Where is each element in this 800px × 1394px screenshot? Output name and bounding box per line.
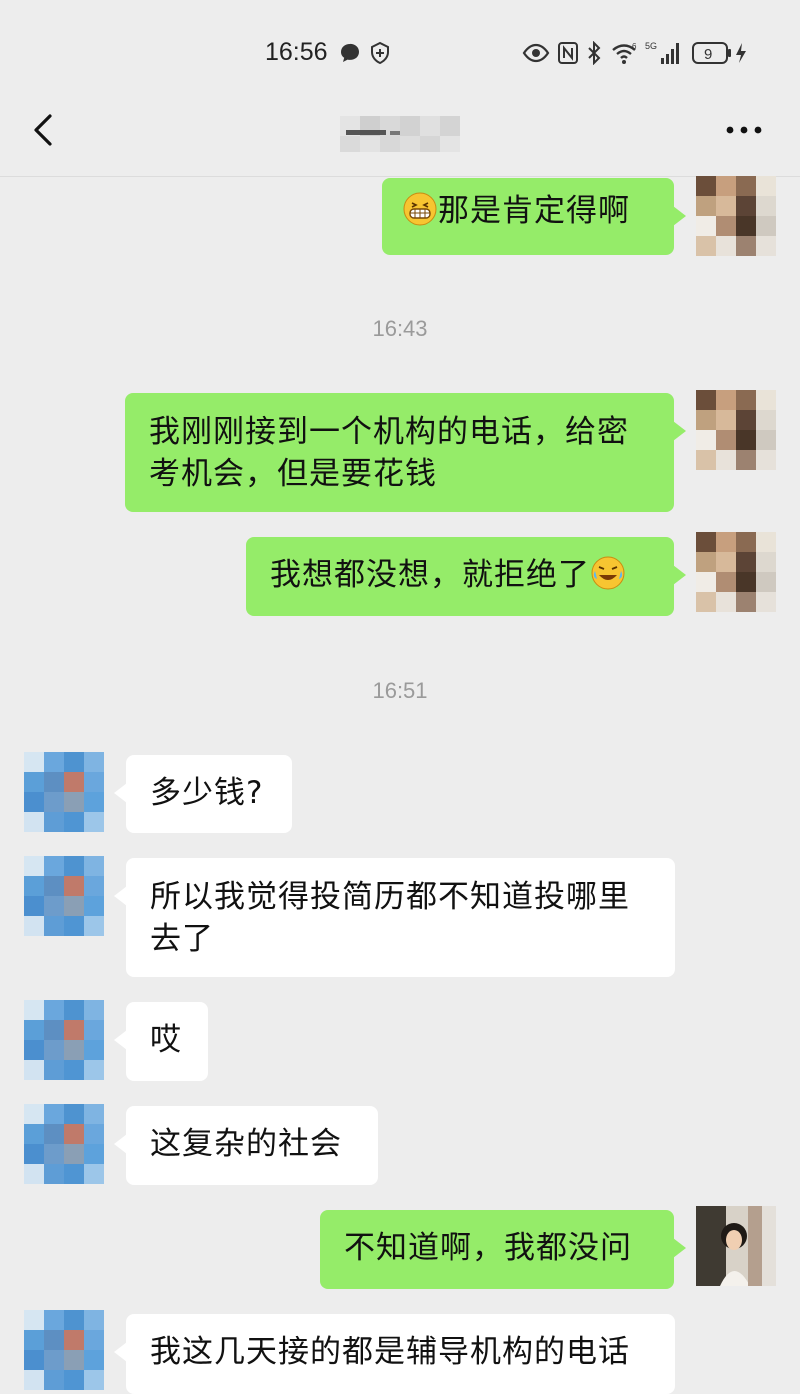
status-time: 16:56 xyxy=(265,38,328,66)
svg-text:5G: 5G xyxy=(645,41,657,51)
message-text: 哎 xyxy=(150,1022,182,1058)
chevron-left-icon xyxy=(34,114,52,146)
contact-avatar[interactable] xyxy=(24,1310,104,1390)
message-bubble-theirs[interactable]: 我这几天接的都是辅导机构的电话 xyxy=(114,1314,675,1394)
nfc-icon xyxy=(557,40,579,66)
message-bubble-theirs[interactable]: 哎 xyxy=(114,1002,208,1081)
status-bar: 16:56 6 5G 9 xyxy=(0,0,800,100)
message-text: 我想都没想，就拒绝了 xyxy=(270,557,590,593)
message-bubble-theirs[interactable]: 多少钱? xyxy=(114,755,292,833)
contact-avatar[interactable] xyxy=(24,856,104,936)
contact-name-blurred xyxy=(290,110,560,154)
back-button[interactable] xyxy=(28,110,62,150)
message-text: 多少钱? xyxy=(150,775,264,811)
my-avatar[interactable] xyxy=(696,532,776,612)
contact-avatar[interactable] xyxy=(24,1000,104,1080)
svg-text:6: 6 xyxy=(632,42,637,51)
message-text: 这复杂的社会 xyxy=(150,1126,342,1162)
chat-bubble-icon xyxy=(338,40,362,66)
contact-avatar[interactable] xyxy=(24,752,104,832)
battery-icon: 9 xyxy=(692,40,732,66)
chat-header xyxy=(0,92,800,177)
my-avatar[interactable] xyxy=(696,1206,776,1286)
message-bubble-mine[interactable]: 我刚刚接到一个机构的电话，给密 考机会，但是要花钱 xyxy=(125,393,686,512)
my-avatar[interactable] xyxy=(696,390,776,470)
message-text-line: 所以我觉得投简历都不知道投哪里 xyxy=(150,879,630,915)
message-bubble-theirs[interactable]: 所以我觉得投简历都不知道投哪里 去了 xyxy=(114,858,675,977)
more-options-button[interactable] xyxy=(722,110,766,150)
message-text-line: 考机会，但是要花钱 xyxy=(149,456,437,492)
message-bubble-mine[interactable]: 我想都没想，就拒绝了 xyxy=(246,537,686,616)
wifi-icon: 6 xyxy=(610,40,642,66)
message-bubble-mine[interactable]: 那是肯定得啊 xyxy=(382,178,686,255)
message-text-line: 去了 xyxy=(150,921,214,957)
charging-icon xyxy=(734,40,748,66)
message-text: 不知道啊，我都没问 xyxy=(344,1230,632,1266)
message-text: 那是肯定得啊 xyxy=(438,193,630,229)
message-text: 我这几天接的都是辅导机构的电话 xyxy=(150,1334,630,1370)
signal-5g-icon: 5G xyxy=(645,40,685,66)
eye-icon xyxy=(522,40,550,66)
laugh-cry-emoji-icon xyxy=(590,555,626,602)
bluetooth-icon xyxy=(585,40,603,66)
message-bubble-theirs[interactable]: 这复杂的社会 xyxy=(114,1106,378,1185)
battery-level: 9 xyxy=(704,46,712,63)
message-text-line: 我刚刚接到一个机构的电话，给密 xyxy=(149,414,629,450)
timestamp: 16:51 xyxy=(372,678,428,703)
my-avatar[interactable] xyxy=(696,176,776,256)
shield-icon xyxy=(368,40,392,66)
grin-emoji-icon xyxy=(402,191,438,238)
contact-avatar[interactable] xyxy=(24,1104,104,1184)
more-dots-icon xyxy=(726,126,762,134)
message-bubble-mine[interactable]: 不知道啊，我都没问 xyxy=(320,1210,686,1289)
timestamp: 16:43 xyxy=(372,316,428,341)
